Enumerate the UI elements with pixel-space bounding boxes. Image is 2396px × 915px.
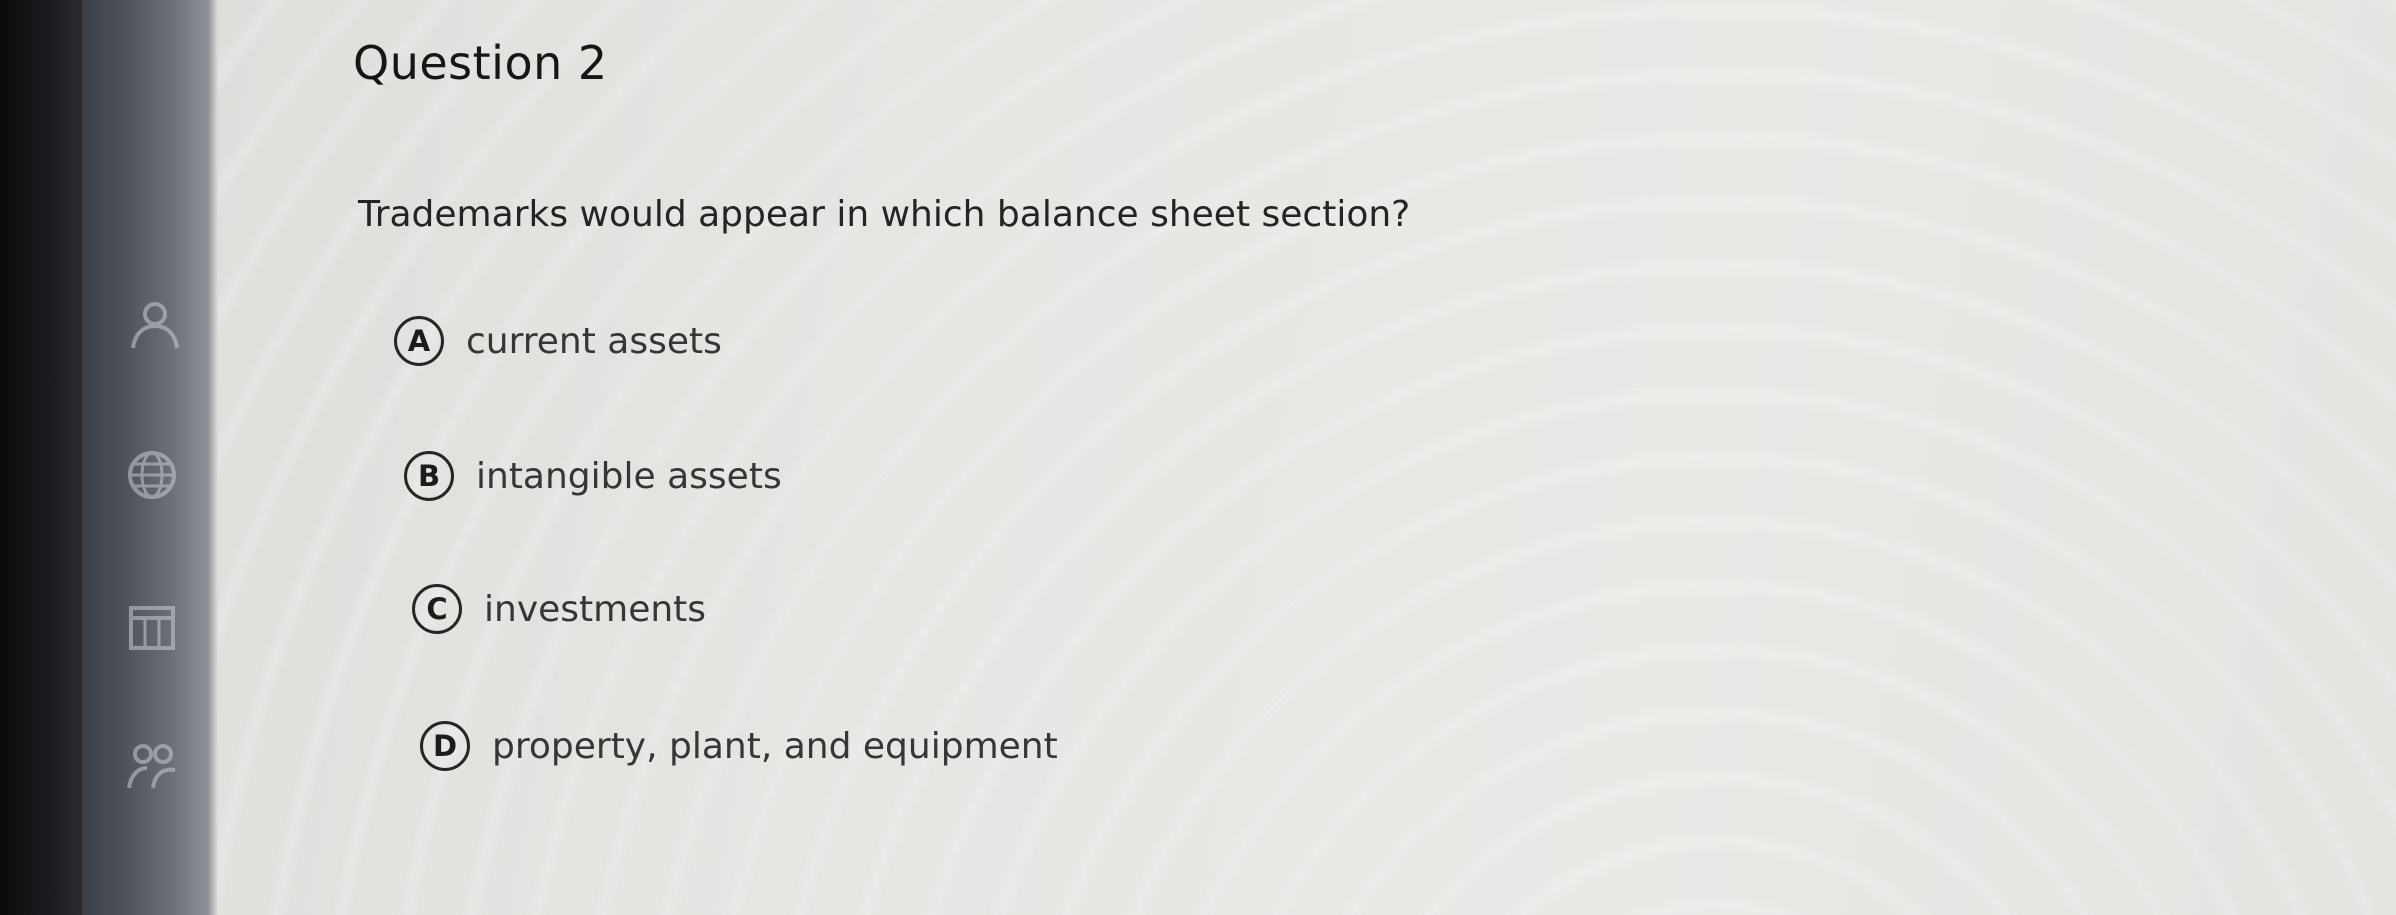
option-d-letter[interactable]: D [420, 721, 470, 771]
globe-icon[interactable] [125, 448, 179, 502]
option-c[interactable]: C investments [412, 584, 706, 634]
option-c-letter[interactable]: C [412, 584, 462, 634]
calendar-icon[interactable] [125, 600, 179, 654]
option-b-letter[interactable]: B [404, 451, 454, 501]
users-icon[interactable] [125, 740, 179, 794]
option-b-label[interactable]: intangible assets [476, 456, 782, 497]
option-a-label[interactable]: current assets [466, 321, 722, 362]
option-b[interactable]: B intangible assets [404, 451, 782, 501]
option-a-letter[interactable]: A [394, 316, 444, 366]
option-d[interactable]: D property, plant, and equipment [420, 721, 1058, 771]
option-c-label[interactable]: investments [484, 589, 706, 630]
question-text: Trademarks would appear in which balance… [358, 194, 1411, 235]
question-title: Question 2 [353, 36, 608, 90]
people-icon[interactable] [125, 298, 179, 352]
screen: Question 2 Trademarks would appear in wh… [0, 0, 2396, 915]
sidebar-shadow [208, 0, 218, 915]
question-panel: Question 2 Trademarks would appear in wh… [218, 0, 2396, 915]
option-d-label[interactable]: property, plant, and equipment [492, 726, 1058, 767]
option-a[interactable]: A current assets [394, 316, 722, 366]
monitor-bezel [0, 0, 82, 915]
